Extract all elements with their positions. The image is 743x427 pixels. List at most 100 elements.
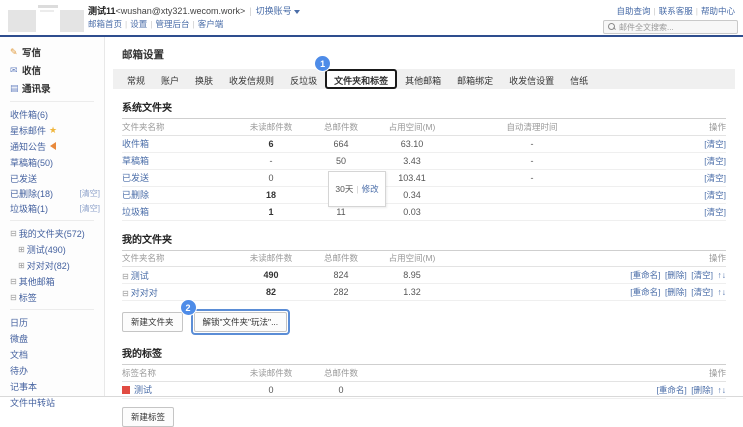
empty-folder-link[interactable]: [清空] xyxy=(704,139,726,149)
collapse-icon[interactable]: ⊟ xyxy=(122,272,129,281)
empty-folder-link[interactable]: [清空] xyxy=(704,173,726,183)
rename-link[interactable]: [重命名] xyxy=(630,287,660,297)
unlock-folder-tips-button[interactable]: 解锁"文件夹"玩法"... xyxy=(194,312,288,332)
collapse-icon[interactable]: ⊟ xyxy=(10,293,17,302)
expand-icon[interactable]: ⊞ xyxy=(18,261,25,270)
tab-bind[interactable]: 邮箱绑定 xyxy=(449,69,501,89)
tab-sendrecv[interactable]: 收发信设置 xyxy=(501,69,562,89)
nav-mail-home-link[interactable]: 邮箱首页 xyxy=(88,19,122,29)
autoclean-edit-link[interactable]: 修改 xyxy=(362,183,379,195)
sidebar-app-calendar[interactable]: 日历 xyxy=(10,314,104,330)
tab-stationery[interactable]: 信纸 xyxy=(562,69,596,89)
settings-tabs: 常规 账户 换肤 收发信规则 反垃圾 1 文件夹和标签 其他邮箱 邮箱绑定 收发… xyxy=(113,69,735,89)
reorder-arrows[interactable]: ↑↓ xyxy=(718,270,727,280)
sidebar-app-drive[interactable]: 微盘 xyxy=(10,330,104,346)
col-unread: 未读邮件数 xyxy=(232,365,310,381)
sidebar-app-docs[interactable]: 文档 xyxy=(10,346,104,362)
tab-rules[interactable]: 收发信规则 xyxy=(221,69,282,89)
tab-skin[interactable]: 换肤 xyxy=(187,69,221,89)
empty-link[interactable]: [清空] xyxy=(691,287,713,297)
empty-folder-link[interactable]: [清空] xyxy=(704,190,726,200)
folder-drafts-link[interactable]: 草稿箱 xyxy=(122,156,149,166)
deleted-label[interactable]: 已删除(18) xyxy=(10,187,53,200)
label-test-link[interactable]: 测试 xyxy=(134,385,152,395)
my-labels-title: 我的标签 xyxy=(122,345,726,365)
sidebar-item-sent[interactable]: 已发送 xyxy=(10,170,104,186)
tab-general[interactable]: 常规 xyxy=(119,69,153,89)
help-center-link[interactable]: 帮助中心 xyxy=(701,6,735,16)
spam-label[interactable]: 垃圾箱(1) xyxy=(10,202,48,215)
collapse-icon[interactable]: ⊟ xyxy=(10,277,17,286)
autoclean-days: 30天 xyxy=(335,183,353,195)
rename-link[interactable]: [重命名] xyxy=(630,270,660,280)
tab-folders-and-labels[interactable]: 1 文件夹和标签 xyxy=(325,69,397,89)
col-unread: 未读邮件数 xyxy=(232,119,310,135)
collapse-icon[interactable]: ⊟ xyxy=(122,289,129,298)
col-size: 占用空间(M) xyxy=(372,119,452,135)
empty-deleted-link[interactable]: [清空] xyxy=(80,188,100,199)
empty-spam-link[interactable]: [清空] xyxy=(80,203,100,214)
logo-placeholder xyxy=(60,10,84,32)
address-book-icon: ▤ xyxy=(10,83,22,94)
system-folders-section: 系统文件夹 文件夹名称 未读邮件数 总邮件数 占用空间(M) 自动清理时间 操作… xyxy=(122,99,726,221)
empty-folder-link[interactable]: [清空] xyxy=(704,207,726,217)
new-folder-button[interactable]: 新建文件夹 xyxy=(122,312,183,332)
nav-settings-link[interactable]: 设置 xyxy=(130,19,147,29)
folder-inbox-link[interactable]: 收件箱 xyxy=(122,139,149,149)
collapse-icon[interactable]: ⊟ xyxy=(10,229,17,238)
empty-folder-link[interactable]: [清空] xyxy=(704,156,726,166)
sidebar-item-drafts[interactable]: 草稿箱(50) xyxy=(10,154,104,170)
sidebar-item-inbox[interactable]: 收件箱(6) xyxy=(10,106,104,122)
compose-label: 写信 xyxy=(22,45,41,59)
sidebar-item-folder-ddd[interactable]: ⊞对对对(82) xyxy=(10,257,104,273)
sidebar-item-starred[interactable]: 星标邮件★ xyxy=(10,122,104,138)
tab-antispam[interactable]: 反垃圾 xyxy=(282,69,325,89)
self-query-link[interactable]: 自助查询 xyxy=(617,6,651,16)
sidebar-item-folder-test[interactable]: ⊞测试(490) xyxy=(10,241,104,257)
folder-sent-link[interactable]: 已发送 xyxy=(122,173,149,183)
tab-other-mail[interactable]: 其他邮箱 xyxy=(397,69,449,89)
col-total: 总邮件数 xyxy=(310,119,372,135)
new-label-button[interactable]: 新建标签 xyxy=(122,407,174,427)
nav-admin-link[interactable]: 管理后台 xyxy=(155,19,189,29)
folder-ddd-link[interactable]: 对对对 xyxy=(131,288,158,298)
col-size: 占用空间(M) xyxy=(372,251,452,267)
delete-link[interactable]: [删除] xyxy=(665,287,687,297)
sidebar-item-other-mail[interactable]: ⊟其他邮箱 xyxy=(10,273,104,289)
search-input[interactable]: 邮件全文搜索... xyxy=(603,20,738,34)
sidebar-contacts[interactable]: ▤通讯录 xyxy=(10,79,104,97)
system-folders-table: 文件夹名称 未读邮件数 总邮件数 占用空间(M) 自动清理时间 操作 收件箱 6… xyxy=(122,119,726,221)
folder-test-link[interactable]: 测试 xyxy=(131,271,149,281)
other-mail-label: 其他邮箱 xyxy=(19,275,55,288)
sidebar-compose[interactable]: ✎写信 xyxy=(10,43,104,61)
size-value: 63.10 xyxy=(372,135,452,152)
sidebar-receive[interactable]: ✉收信 xyxy=(10,61,104,79)
sidebar-item-my-folders[interactable]: ⊟我的文件夹(572) xyxy=(10,225,104,241)
switch-account-link[interactable]: 切换账号 xyxy=(256,6,292,16)
sidebar-item-labels[interactable]: ⊟标签 xyxy=(10,289,104,305)
logo-placeholder xyxy=(8,10,36,32)
my-folders-label: 我的文件夹(572) xyxy=(19,227,85,240)
notes-label: 记事本 xyxy=(10,380,37,393)
annotation-badge-1: 1 xyxy=(315,56,330,71)
rename-link[interactable]: [重命名] xyxy=(657,385,687,395)
folder-deleted-link[interactable]: 已删除 xyxy=(122,190,149,200)
reorder-arrows[interactable]: ↑↓ xyxy=(718,385,727,395)
sidebar-app-notes[interactable]: 记事本 xyxy=(10,378,104,394)
receive-label: 收信 xyxy=(22,63,41,77)
my-folders-title: 我的文件夹 xyxy=(122,231,726,251)
sidebar-item-notice[interactable]: 通知公告 xyxy=(10,138,104,154)
main-content: 邮箱设置 常规 账户 换肤 收发信规则 反垃圾 1 文件夹和标签 其他邮箱 邮箱… xyxy=(105,37,743,396)
expand-icon[interactable]: ⊞ xyxy=(18,245,25,254)
folder-spam-link[interactable]: 垃圾箱 xyxy=(122,207,149,217)
tab-account[interactable]: 账户 xyxy=(153,69,187,89)
empty-link[interactable]: [清空] xyxy=(691,270,713,280)
delete-link[interactable]: [删除] xyxy=(665,270,687,280)
nav-client-link[interactable]: 客户端 xyxy=(198,19,224,29)
drive-label: 微盘 xyxy=(10,332,28,345)
delete-link[interactable]: [删除] xyxy=(691,385,713,395)
reorder-arrows[interactable]: ↑↓ xyxy=(718,287,727,297)
folder-ddd-label: 对对对(82) xyxy=(27,259,70,272)
sidebar-app-todo[interactable]: 待办 xyxy=(10,362,104,378)
contact-support-link[interactable]: 联系客服 xyxy=(659,6,693,16)
